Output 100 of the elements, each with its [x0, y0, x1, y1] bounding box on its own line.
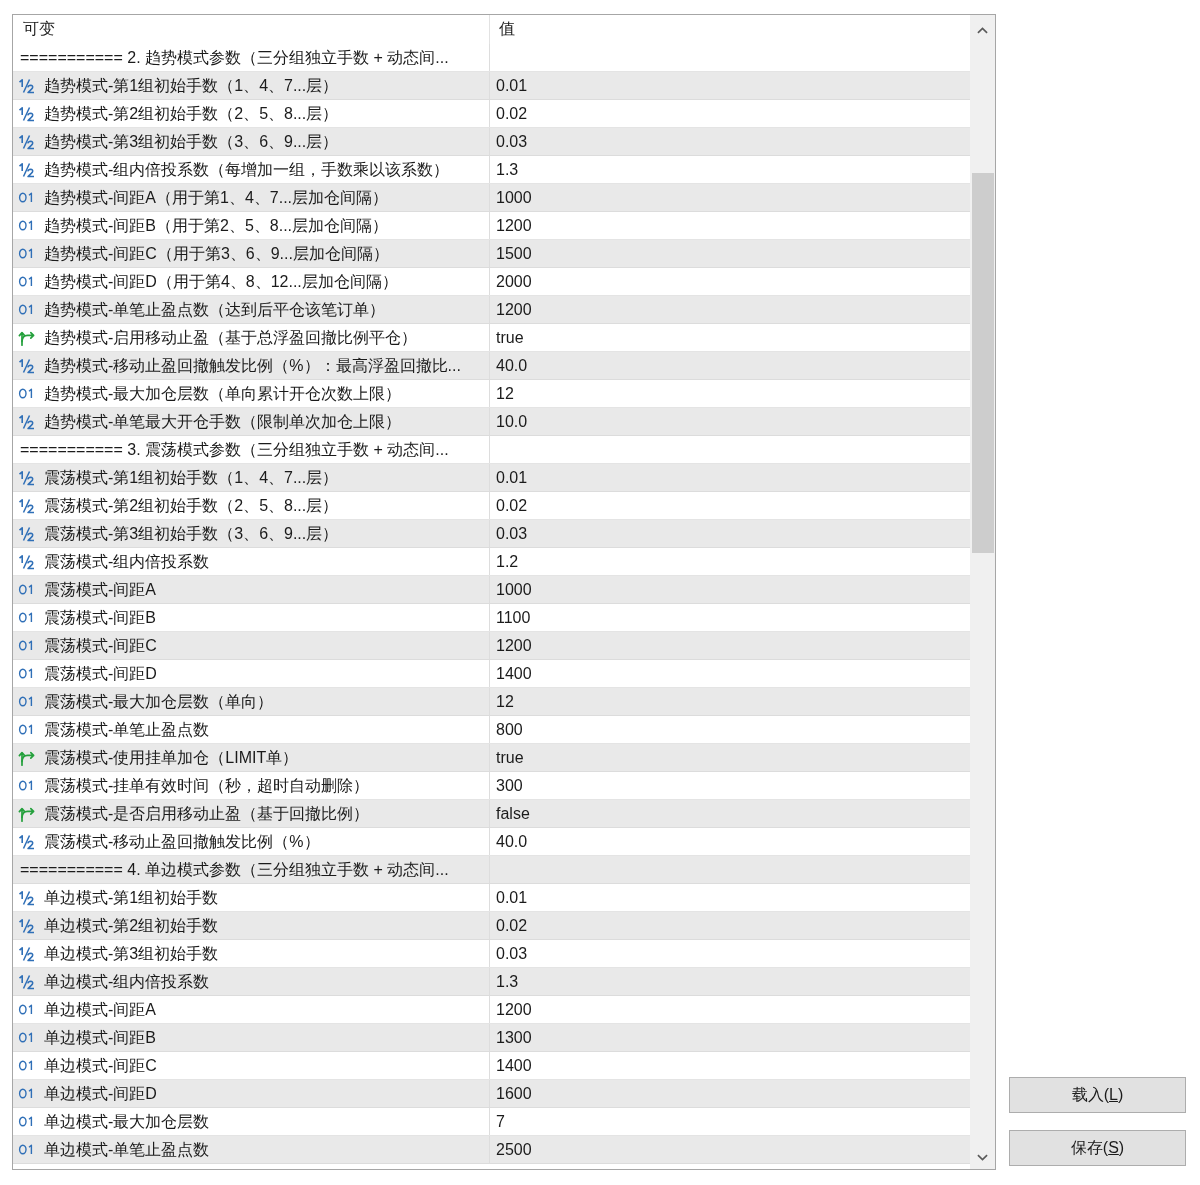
parameter-value: 1.3 [496, 159, 519, 180]
fraction-icon [18, 889, 36, 906]
table-row[interactable]: 单边模式-单笔止盈点数 2500 [13, 1136, 970, 1164]
parameter-name: 趋势模式-间距A（用于第1、4、7...层加仓间隔） [44, 187, 389, 208]
parameter-value: 0.03 [496, 943, 528, 964]
parameter-name: 震荡模式-组内倍投系数 [44, 551, 210, 572]
column-header[interactable]: 值 [490, 15, 970, 44]
parameter-value: 7 [496, 1111, 505, 1132]
table-row[interactable]: 趋势模式-移动止盈回撤触发比例（%）：最高浮盈回撤比... 40.0 [13, 352, 970, 380]
table-row[interactable]: 单边模式-第1组初始手数 0.01 [13, 884, 970, 912]
parameter-name: 单边模式-单笔止盈点数 [44, 1139, 210, 1160]
table-row[interactable]: 单边模式-间距C 1400 [13, 1052, 970, 1080]
table-row[interactable]: 震荡模式-移动止盈回撤触发比例（%） 40.0 [13, 828, 970, 856]
table-row[interactable]: 震荡模式-间距B 1100 [13, 604, 970, 632]
parameter-name: 趋势模式-移动止盈回撤触发比例（%）：最高浮盈回撤比... [44, 355, 461, 376]
section-title: =========== 4. 单边模式参数（三分组独立手数 + 动态间... [20, 859, 449, 880]
parameter-name: 单边模式-第1组初始手数 [44, 887, 219, 908]
parameter-name: 震荡模式-第3组初始手数（3、6、9...层） [44, 523, 339, 544]
parameter-name: 单边模式-组内倍投系数 [44, 971, 210, 992]
parameter-value: 0.01 [496, 467, 528, 488]
parameter-value: 0.01 [496, 75, 528, 96]
table-row[interactable]: 趋势模式-第3组初始手数（3、6、9...层） 0.03 [13, 128, 970, 156]
table-row[interactable]: 单边模式-第2组初始手数 0.02 [13, 912, 970, 940]
parameter-name: 震荡模式-使用挂单加仓（LIMIT单） [44, 747, 299, 768]
fraction-icon [18, 497, 36, 514]
parameter-name: 趋势模式-间距D（用于第4、8、12...层加仓间隔） [44, 271, 398, 292]
load-button[interactable]: 载入(L) [1009, 1077, 1186, 1113]
fraction-icon [18, 469, 36, 486]
parameter-value: 1400 [496, 663, 532, 684]
table-row[interactable]: 趋势模式-最大加仓层数（单向累计开仓次数上限） 12 [13, 380, 970, 408]
table-row[interactable]: 趋势模式-间距B（用于第2、5、8...层加仓间隔） 1200 [13, 212, 970, 240]
table-row[interactable]: 单边模式-组内倍投系数 1.3 [13, 968, 970, 996]
parameter-value: 1.3 [496, 971, 519, 992]
parameter-value: 10.0 [496, 411, 528, 432]
table-row[interactable]: 震荡模式-单笔止盈点数 800 [13, 716, 970, 744]
table-row[interactable]: 趋势模式-间距C（用于第3、6、9...层加仓间隔） 1500 [13, 240, 970, 268]
parameter-value: 0.02 [496, 495, 528, 516]
table-row[interactable]: 单边模式-最大加仓层数 7 [13, 1108, 970, 1136]
scrollbar-thumb[interactable] [971, 173, 994, 553]
table-row[interactable]: 趋势模式-单笔止盈点数（达到后平仓该笔订单） 1200 [13, 296, 970, 324]
parameter-value: 0.01 [496, 887, 528, 908]
parameter-name: 震荡模式-单笔止盈点数 [44, 719, 210, 740]
table-row[interactable]: 趋势模式-间距A（用于第1、4、7...层加仓间隔） 1000 [13, 184, 970, 212]
table-row[interactable]: 单边模式-间距B 1300 [13, 1024, 970, 1052]
table-row[interactable]: =========== 3. 震荡模式参数（三分组独立手数 + 动态间... [13, 436, 970, 464]
parameter-value: 1200 [496, 299, 532, 320]
fraction-icon [18, 133, 36, 150]
chevron-down-icon[interactable] [977, 1153, 988, 1161]
table-row[interactable]: 趋势模式-单笔最大开仓手数（限制单次加仓上限） 10.0 [13, 408, 970, 436]
table-row[interactable]: =========== 2. 趋势模式参数（三分组独立手数 + 动态间... [13, 44, 970, 72]
parameter-name: 单边模式-第2组初始手数 [44, 915, 219, 936]
table-row[interactable]: =========== 4. 单边模式参数（三分组独立手数 + 动态间... [13, 856, 970, 884]
table-row[interactable]: 趋势模式-间距D（用于第4、8、12...层加仓间隔） 2000 [13, 268, 970, 296]
table-row[interactable]: 震荡模式-第1组初始手数（1、4、7...层） 0.01 [13, 464, 970, 492]
table-row[interactable]: 震荡模式-是否启用移动止盈（基于回撤比例） false [13, 800, 970, 828]
table-row[interactable]: 震荡模式-使用挂单加仓（LIMIT单） true [13, 744, 970, 772]
parameter-value: true [496, 747, 524, 768]
fraction-icon [18, 105, 36, 122]
parameter-name: 趋势模式-组内倍投系数（每增加一组，手数乘以该系数） [44, 159, 450, 180]
table-row[interactable]: 趋势模式-启用移动止盈（基于总浮盈回撤比例平仓） true [13, 324, 970, 352]
parameter-value: 0.03 [496, 523, 528, 544]
parameter-name: 趋势模式-第2组初始手数（2、5、8...层） [44, 103, 339, 124]
chevron-up-icon[interactable] [977, 26, 988, 34]
parameter-name: 震荡模式-是否启用移动止盈（基于回撤比例） [44, 803, 370, 824]
fraction-icon [18, 945, 36, 962]
parameter-value: 40.0 [496, 355, 528, 376]
table-row[interactable]: 震荡模式-间距C 1200 [13, 632, 970, 660]
table-row[interactable]: 趋势模式-组内倍投系数（每增加一组，手数乘以该系数） 1.3 [13, 156, 970, 184]
parameter-name: 趋势模式-第1组初始手数（1、4、7...层） [44, 75, 339, 96]
fraction-icon [18, 161, 36, 178]
branch-arrow-icon [18, 805, 36, 822]
table-row[interactable]: 震荡模式-间距A 1000 [13, 576, 970, 604]
table-row[interactable]: 单边模式-第3组初始手数 0.03 [13, 940, 970, 968]
parameter-value: 1.2 [496, 551, 519, 572]
table-row[interactable]: 震荡模式-第2组初始手数（2、5、8...层） 0.02 [13, 492, 970, 520]
parameter-value: false [496, 803, 530, 824]
table-row[interactable]: 震荡模式-最大加仓层数（单向） 12 [13, 688, 970, 716]
save-button[interactable]: 保存(S) [1009, 1130, 1186, 1166]
parameter-value: 1200 [496, 215, 532, 236]
table-row[interactable]: 单边模式-间距D 1600 [13, 1080, 970, 1108]
table-row[interactable]: 震荡模式-间距D 1400 [13, 660, 970, 688]
table-row[interactable]: 趋势模式-第2组初始手数（2、5、8...层） 0.02 [13, 100, 970, 128]
table-row[interactable]: 震荡模式-组内倍投系数 1.2 [13, 548, 970, 576]
fraction-icon [18, 357, 36, 374]
parameter-value: 1200 [496, 635, 532, 656]
table-row[interactable]: 震荡模式-挂单有效时间（秒，超时自动删除） 300 [13, 772, 970, 800]
table-row[interactable]: 震荡模式-第3组初始手数（3、6、9...层） 0.03 [13, 520, 970, 548]
fraction-icon [18, 525, 36, 542]
parameter-name: 趋势模式-间距C（用于第3、6、9...层加仓间隔） [44, 243, 389, 264]
parameter-value: 0.03 [496, 131, 528, 152]
parameter-name: 震荡模式-第2组初始手数（2、5、8...层） [44, 495, 339, 516]
fraction-icon [18, 973, 36, 990]
table-row[interactable]: 单边模式-间距A 1200 [13, 996, 970, 1024]
parameter-name: 震荡模式-移动止盈回撤触发比例（%） [44, 831, 320, 852]
parameter-value: 12 [496, 383, 514, 404]
branch-arrow-icon [18, 329, 36, 346]
parameter-value: 1600 [496, 1083, 532, 1104]
table-row[interactable]: 趋势模式-第1组初始手数（1、4、7...层） 0.01 [13, 72, 970, 100]
parameter-name: 单边模式-间距D [44, 1083, 157, 1104]
parameter-value: 0.02 [496, 103, 528, 124]
